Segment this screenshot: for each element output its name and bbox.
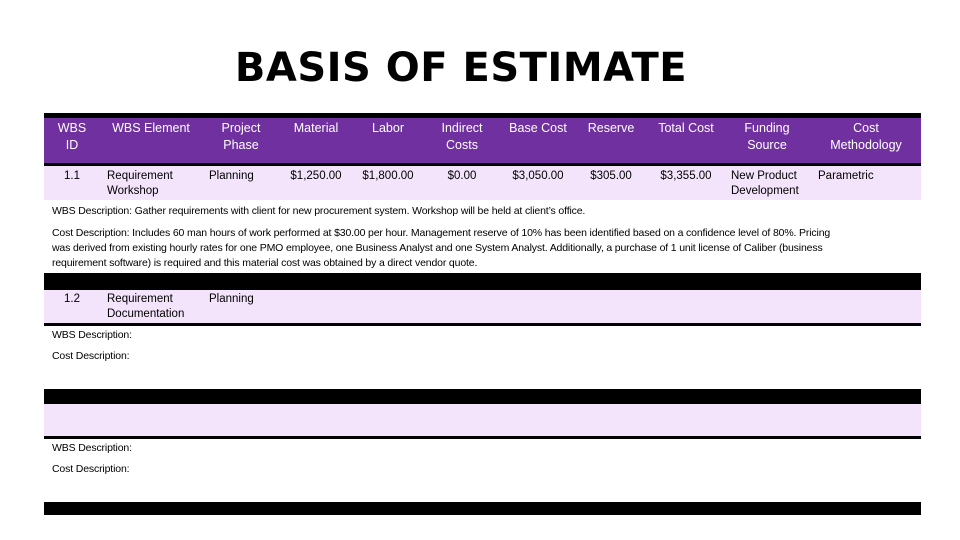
cell-wbs-element: Requirement Workshop (107, 169, 173, 199)
header-text: Project (221, 121, 261, 135)
header-text: Source (747, 138, 787, 152)
header-text: WBS (57, 121, 87, 135)
cell-text: Requirement (107, 170, 173, 182)
header-text: Phase (223, 138, 259, 152)
cell-material: $1,250.00 (290, 170, 342, 182)
header-base-cost: Base Cost (509, 120, 567, 137)
cell-text: Requirement (107, 293, 173, 305)
cell-labor: $1,800.00 (362, 170, 414, 182)
header-text: Reserve (587, 121, 635, 135)
cell-project-phase: Planning (209, 293, 254, 305)
header-text: Labor (372, 121, 404, 135)
header-text: Costs (446, 138, 478, 152)
row-bottom-border (44, 323, 921, 326)
cell-text: New Product (731, 170, 797, 182)
header-indirect-costs: Indirect Costs (442, 120, 483, 154)
header-wbs-element: WBS Element (112, 120, 190, 137)
header-cost-methodology: Cost Methodology (830, 120, 902, 154)
page-title: BASIS OF ESTIMATE (234, 45, 688, 91)
cost-description-line: Cost Description: (52, 463, 130, 475)
header-total-cost: Total Cost (658, 120, 714, 137)
cost-description-line: Cost Description: Includes 60 man hours … (52, 227, 831, 239)
row-separator (44, 273, 921, 290)
wbs-description: WBS Description: Gather requirements wit… (52, 205, 586, 217)
header-text: Funding (744, 121, 790, 135)
cell-wbs-element: Requirement Documentation (107, 292, 184, 322)
header-text: Cost (853, 121, 879, 135)
row-background (44, 404, 921, 436)
cost-description: Cost Description: (52, 462, 912, 477)
cell-base-cost: $3,050.00 (512, 170, 564, 182)
cell-text: Development (731, 185, 799, 197)
row-bottom-border (44, 436, 921, 439)
header-text: WBS Element (112, 121, 190, 135)
header-funding-source: Funding Source (744, 120, 789, 154)
cell-text: Documentation (107, 308, 185, 320)
cost-description-line: requirement software) is required and th… (52, 257, 478, 269)
wbs-description: WBS Description: (52, 329, 132, 341)
header-material: Material (294, 120, 338, 137)
cost-description: Cost Description: (52, 349, 912, 364)
cost-description-line: was derived from existing hourly rates f… (52, 242, 823, 254)
header-reserve: Reserve (588, 120, 635, 137)
header-project-phase: Project Phase (222, 120, 261, 154)
header-text: Methodology (830, 138, 902, 152)
row-separator (44, 502, 921, 515)
cell-project-phase: Planning (209, 170, 254, 182)
cell-indirect-costs: $0.00 (447, 170, 477, 182)
row-separator (44, 389, 921, 404)
wbs-description: WBS Description: (52, 442, 132, 454)
cell-total-cost: $3,355.00 (660, 170, 712, 182)
cost-description-line: Cost Description: (52, 350, 130, 362)
cell-funding-source: New Product Development (731, 169, 799, 199)
cell-wbs-id: 1.1 (64, 170, 80, 182)
cell-wbs-id: 1.2 (64, 293, 80, 305)
cell-text: Workshop (107, 185, 159, 197)
header-labor: Labor (372, 120, 404, 137)
cell-reserve: $305.00 (590, 170, 632, 182)
header-text: Indirect (441, 121, 483, 135)
header-wbs-id: WBS ID (58, 120, 86, 154)
header-text: ID (65, 138, 79, 152)
cell-cost-methodology: Parametric (818, 170, 874, 182)
header-text: Base Cost (509, 121, 567, 135)
cost-description: Cost Description: Includes 60 man hours … (52, 226, 912, 271)
header-text: Material (293, 121, 339, 135)
header-text: Total Cost (658, 121, 714, 135)
